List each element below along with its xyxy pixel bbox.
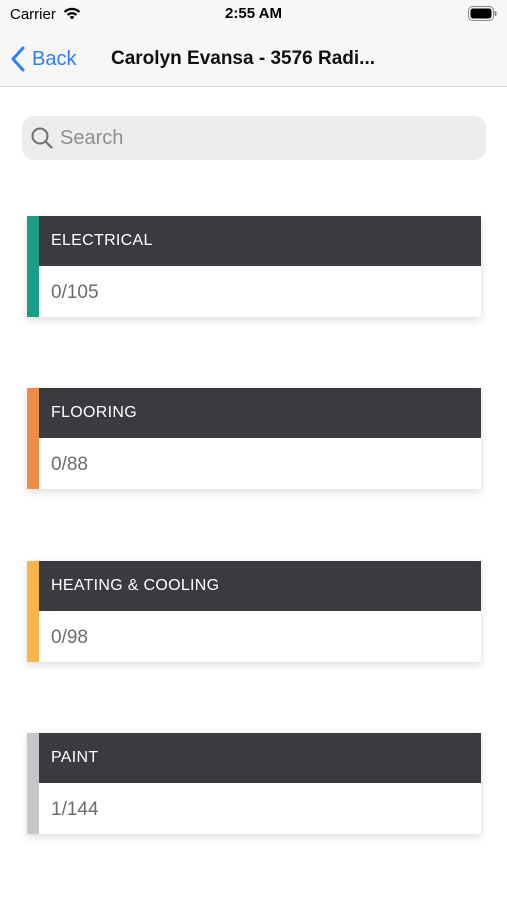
category-title: ELECTRICAL: [51, 232, 153, 249]
screen: Carrier 2:55 AM Back Carolyn Evansa - 35…: [0, 0, 507, 900]
category-header: HEATING & COOLING: [39, 561, 481, 611]
category-header: ELECTRICAL: [39, 216, 481, 266]
category-progress: 0/98: [51, 627, 88, 648]
category-header: FLOORING: [39, 388, 481, 438]
chevron-left-icon: [11, 46, 25, 72]
page-title: Carolyn Evansa - 3576 Radi...: [111, 48, 376, 69]
category-title: HEATING & COOLING: [51, 577, 220, 594]
battery-icon: [468, 6, 497, 21]
category-header: PAINT: [39, 733, 481, 783]
search-input[interactable]: [60, 126, 460, 150]
category-progress: 0/88: [51, 454, 88, 475]
category-progress: 1/144: [51, 799, 99, 820]
category-accent-bar: [27, 388, 39, 489]
category-card-heating-cooling[interactable]: HEATING & COOLING 0/98: [27, 561, 481, 662]
navigation-bar: Back Carolyn Evansa - 3576 Radi...: [0, 30, 507, 87]
category-card-paint[interactable]: PAINT 1/144: [27, 733, 481, 834]
back-button[interactable]: Back: [10, 44, 76, 74]
category-title: FLOORING: [51, 404, 137, 421]
category-accent-bar: [27, 733, 39, 834]
category-title: PAINT: [51, 749, 99, 766]
status-bar: Carrier 2:55 AM: [0, 0, 507, 30]
search-icon: [31, 127, 53, 149]
category-card-flooring[interactable]: FLOORING 0/88: [27, 388, 481, 489]
category-accent-bar: [27, 216, 39, 317]
status-time: 2:55 AM: [225, 5, 282, 22]
back-label: Back: [32, 47, 77, 70]
category-card-electrical[interactable]: ELECTRICAL 0/105: [27, 216, 481, 317]
search-field[interactable]: [22, 116, 486, 160]
category-progress: 0/105: [51, 282, 99, 303]
category-accent-bar: [27, 561, 39, 662]
